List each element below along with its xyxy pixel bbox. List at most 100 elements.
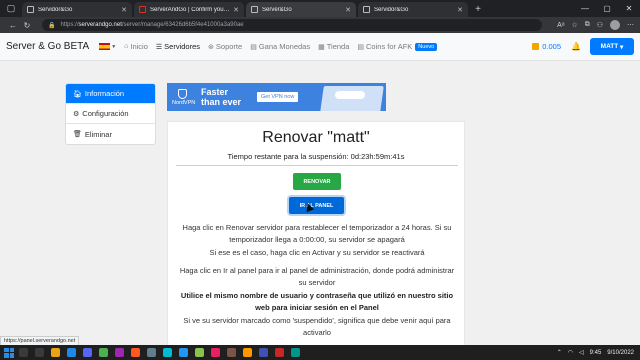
nav-servidores[interactable]: ☰ Servidores — [156, 42, 200, 51]
nav-inicio[interactable]: ⌂ Inicio — [124, 42, 148, 51]
page-icon — [363, 6, 370, 13]
extensions-icon[interactable]: ⚇ — [597, 21, 603, 29]
user-label: MATT — [600, 43, 619, 50]
lifebuoy-icon: ⊛ — [208, 43, 214, 51]
search-icon[interactable] — [19, 348, 28, 357]
read-aloud-icon[interactable]: Aᵃ — [557, 22, 564, 29]
app-icon[interactable] — [275, 348, 284, 357]
go-to-panel-button[interactable]: IR AL PANEL — [289, 197, 344, 214]
app-icon[interactable] — [243, 348, 252, 357]
nav-label: Coins for AFK — [366, 42, 413, 51]
time-remaining: Tiempo restante para la suspensión: 0d:2… — [227, 152, 405, 161]
app-icon[interactable] — [211, 348, 220, 357]
page-content: 🏠︎ Información ⚙ Configuración 🗑︎ Eliminar … — [0, 61, 640, 345]
system-tray: ⌃ ◠ ◁ 9:45 9/10/2022 — [557, 349, 640, 357]
tab-actions-icon[interactable]: ▢ — [0, 0, 22, 17]
chevron-up-icon[interactable]: ⌃ — [557, 349, 562, 356]
user-menu-button[interactable]: MATT ▾ — [590, 38, 634, 55]
sidebar-item-label: Configuración — [82, 109, 129, 118]
coins-icon: ▤ — [250, 43, 257, 51]
sidebar-item-eliminar[interactable]: 🗑︎ Eliminar — [66, 124, 155, 144]
coin-balance-value: 0.005 — [542, 42, 562, 51]
nav-coins-for-afk[interactable]: ▤ Coins for AFK Nuevo — [357, 42, 438, 51]
divider — [176, 165, 458, 166]
nav-tienda[interactable]: ▦ Tienda — [318, 42, 349, 51]
page-icon — [27, 6, 34, 13]
menu-icon[interactable]: ⋯ — [627, 21, 634, 29]
gmail-icon — [139, 6, 146, 13]
favorite-icon[interactable]: ☆ — [571, 21, 577, 29]
ad-cta-button[interactable]: Get VPN now — [257, 92, 299, 102]
close-icon[interactable]: ✕ — [233, 6, 239, 14]
browser-tab-1[interactable]: Servidor&Go ✕ — [22, 2, 132, 17]
ad-headline-line-2: than ever — [201, 97, 242, 107]
profile-avatar[interactable] — [610, 20, 620, 30]
minimize-icon[interactable]: — — [574, 0, 596, 17]
app-icon[interactable] — [131, 348, 140, 357]
app-icon[interactable] — [227, 348, 236, 357]
renew-button[interactable]: RENOVAR — [293, 173, 341, 190]
clock-date[interactable]: 9/10/2022 — [607, 350, 634, 356]
windows-taskbar: ⌃ ◠ ◁ 9:45 9/10/2022 — [0, 345, 640, 360]
app-icon[interactable] — [163, 348, 172, 357]
spain-flag-icon[interactable] — [99, 43, 111, 50]
info-icon: 🏠︎ — [73, 90, 82, 98]
sidebar-item-configuracion[interactable]: ⚙ Configuración — [66, 104, 155, 124]
browser-tab-strip: ▢ Servidor&Go ✕ ServerAndGo | Confirm yo… — [0, 0, 640, 17]
renew-card: Renovar "matt" Tiempo restante para la s… — [167, 121, 465, 345]
nav-label: Soporte — [215, 42, 243, 51]
app-icon[interactable] — [259, 348, 268, 357]
task-view-icon[interactable] — [35, 348, 44, 357]
close-icon[interactable]: ✕ — [457, 6, 463, 14]
app-icon[interactable] — [195, 348, 204, 357]
edge-icon[interactable] — [67, 348, 76, 357]
close-icon[interactable]: ✕ — [121, 6, 127, 14]
chevron-down-icon[interactable]: ▼ — [111, 44, 116, 50]
store-icon: ▦ — [318, 43, 325, 51]
close-window-icon[interactable]: ✕ — [618, 0, 640, 17]
server-icon: ☰ — [155, 43, 163, 51]
info-paragraph-4-text: Utilice el mismo nombre de usuario y con… — [180, 291, 454, 312]
tab-title: Servidor&Go — [38, 6, 73, 13]
page-icon — [251, 6, 258, 13]
new-tab-button[interactable]: + — [470, 2, 486, 17]
nav-gana-monedas[interactable]: ▤ Gana Monedas — [250, 42, 310, 51]
ad-illustration-toggle — [335, 91, 365, 99]
windows-start-icon[interactable] — [4, 347, 14, 358]
sidebar-item-informacion[interactable]: 🏠︎ Información — [66, 84, 155, 104]
maximize-icon[interactable]: ▢ — [596, 0, 618, 17]
ad-logo-text: NordVPN — [172, 100, 196, 106]
site-navbar: Server & Go BETA ▼ ⌂ Inicio ☰ Servidores ⊛… — [0, 33, 640, 61]
browser-tab-2[interactable]: ServerAndGo | Confirm your acc ✕ — [134, 2, 244, 17]
app-icon[interactable] — [179, 348, 188, 357]
url-input[interactable]: 🔒 https://serverandgo.net/server/manage/… — [42, 19, 542, 31]
wifi-icon[interactable]: ◠ — [568, 349, 573, 356]
nav-soporte[interactable]: ⊛ Soporte — [208, 42, 242, 51]
back-icon[interactable]: ← — [6, 21, 20, 30]
brand-logo[interactable]: Server & Go BETA — [6, 41, 89, 52]
discord-icon[interactable] — [83, 348, 92, 357]
file-explorer-icon[interactable] — [51, 348, 60, 357]
server-sidebar: 🏠︎ Información ⚙ Configuración 🗑︎ Eliminar — [65, 83, 156, 145]
address-bar: ← ↻ 🔒 https://serverandgo.net/server/man… — [0, 17, 640, 33]
clock-time[interactable]: 9:45 — [590, 350, 602, 356]
coins-icon: ▤ — [357, 43, 365, 51]
window-controls: — ▢ ✕ — [574, 0, 640, 17]
coin-balance[interactable]: 0.005 — [532, 42, 561, 51]
nav-label: Inicio — [130, 42, 148, 51]
close-icon[interactable]: ✕ — [345, 6, 351, 14]
vpn-ad-banner[interactable]: NordVPN Faster than ever Get VPN now — [167, 83, 386, 111]
bell-icon[interactable]: 🔔 — [571, 42, 581, 51]
volume-icon[interactable]: ◁ — [579, 349, 584, 356]
browser-tab-3[interactable]: Server&Go ✕ — [246, 2, 356, 17]
app-icon[interactable] — [99, 348, 108, 357]
app-icon[interactable] — [147, 348, 156, 357]
page-title: Renovar "matt" — [262, 129, 370, 146]
info-paragraph-3: Haga clic en Ir al panel para ir al pane… — [179, 266, 455, 287]
app-icon[interactable] — [115, 348, 124, 357]
collections-icon[interactable]: ⧉ — [585, 21, 590, 29]
reload-icon[interactable]: ↻ — [20, 21, 34, 30]
browser-tab-4[interactable]: Servidor&Go ✕ — [358, 2, 468, 17]
app-icon[interactable] — [291, 348, 300, 357]
sidebar-item-label: Información — [84, 89, 125, 98]
